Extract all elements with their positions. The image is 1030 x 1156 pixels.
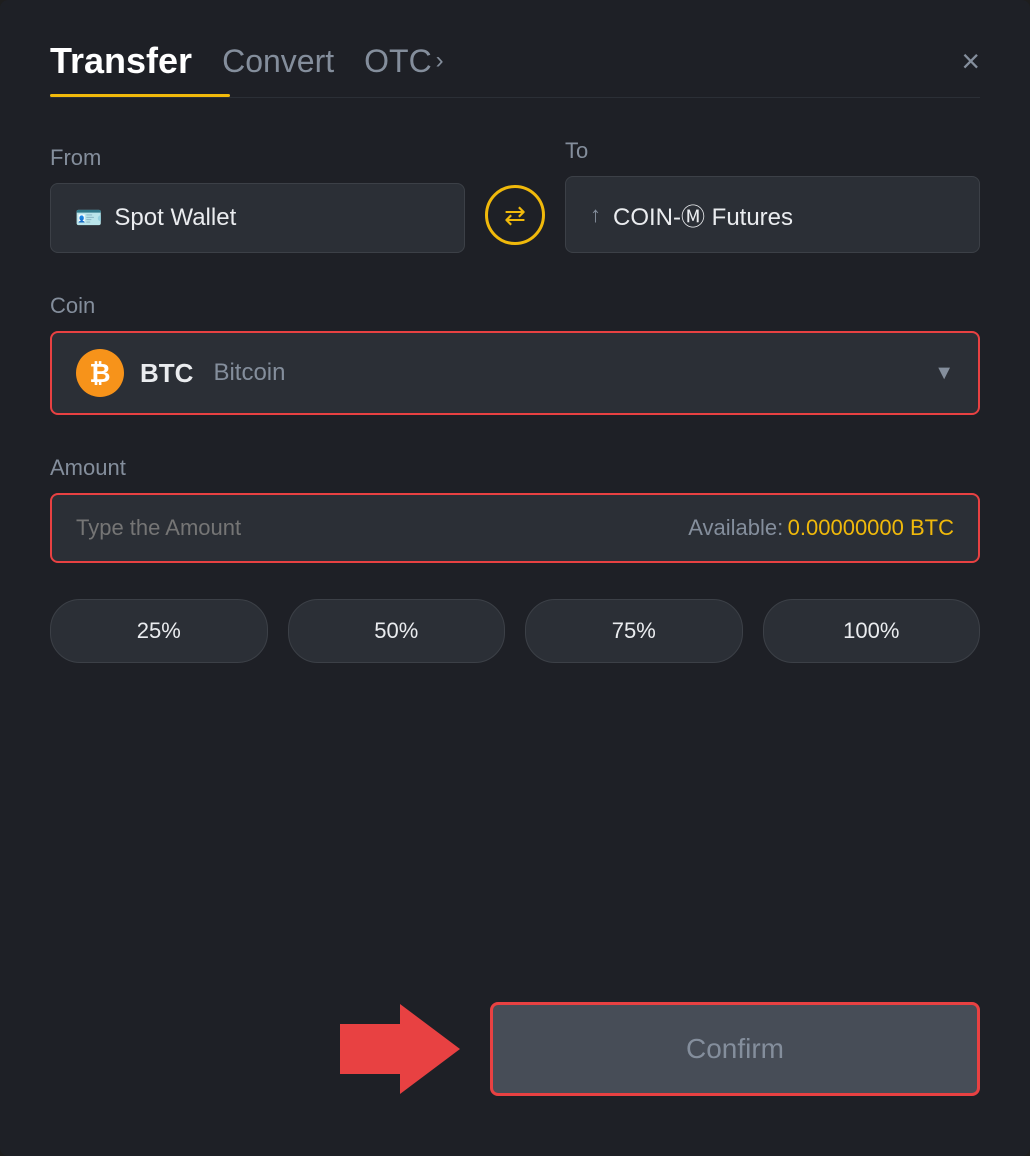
coin-section: Coin ₿ BTC Bitcoin ▼ — [50, 293, 980, 415]
swap-button-container: ⇄ — [485, 185, 545, 253]
amount-section: Amount Available: 0.00000000 BTC — [50, 455, 980, 563]
percent-50-button[interactable]: 50% — [288, 599, 506, 663]
header-divider — [50, 97, 980, 98]
amount-input[interactable] — [76, 515, 688, 541]
otc-chevron-icon: › — [436, 47, 444, 75]
arrow-container — [340, 1004, 460, 1094]
available-label: Available: — [688, 515, 783, 540]
swap-button[interactable]: ⇄ — [485, 185, 545, 245]
btc-icon: ₿ — [76, 349, 124, 397]
to-wallet-text: COIN-Ⓜ Futures — [613, 197, 793, 232]
from-column: From 🪪 Spot Wallet — [50, 145, 465, 253]
coin-dropdown-arrow-icon: ▼ — [934, 362, 954, 385]
tab-transfer[interactable]: Transfer — [50, 40, 192, 82]
wallet-card-icon: 🪪 — [75, 205, 102, 231]
confirm-button[interactable]: Confirm — [490, 1002, 980, 1096]
coin-label: Coin — [50, 293, 95, 318]
tab-otc[interactable]: OTC › — [364, 43, 444, 80]
red-arrow-icon — [340, 1004, 460, 1094]
coin-symbol: BTC — [140, 358, 193, 389]
available-info: Available: 0.00000000 BTC — [688, 515, 954, 541]
amount-input-box: Available: 0.00000000 BTC — [50, 493, 980, 563]
amount-label: Amount — [50, 455, 126, 480]
from-wallet-text: Spot Wallet — [114, 204, 236, 232]
to-label: To — [565, 138, 980, 164]
close-button[interactable]: × — [961, 45, 980, 77]
modal-header: Transfer Convert OTC › × — [50, 40, 980, 82]
percent-100-button[interactable]: 100% — [763, 599, 981, 663]
from-label: From — [50, 145, 465, 171]
tab-convert[interactable]: Convert — [222, 43, 334, 80]
coin-full-name: Bitcoin — [213, 359, 285, 387]
bottom-section: Confirm — [50, 982, 980, 1096]
percent-25-button[interactable]: 25% — [50, 599, 268, 663]
available-value: 0.00000000 BTC — [788, 515, 954, 540]
from-wallet-selector[interactable]: 🪪 Spot Wallet — [50, 183, 465, 253]
percent-buttons: 25% 50% 75% 100% — [50, 599, 980, 663]
from-to-section: From 🪪 Spot Wallet ⇄ To ↑ COIN-Ⓜ Futures — [50, 138, 980, 253]
futures-icon: ↑ — [590, 202, 601, 228]
swap-arrows-icon: ⇄ — [504, 200, 526, 231]
to-column: To ↑ COIN-Ⓜ Futures — [565, 138, 980, 253]
coin-selector[interactable]: ₿ BTC Bitcoin ▼ — [50, 331, 980, 415]
to-wallet-selector[interactable]: ↑ COIN-Ⓜ Futures — [565, 176, 980, 253]
tab-underline-container — [50, 94, 980, 98]
percent-75-button[interactable]: 75% — [525, 599, 743, 663]
transfer-modal: Transfer Convert OTC › × From 🪪 Spot Wal… — [0, 0, 1030, 1156]
